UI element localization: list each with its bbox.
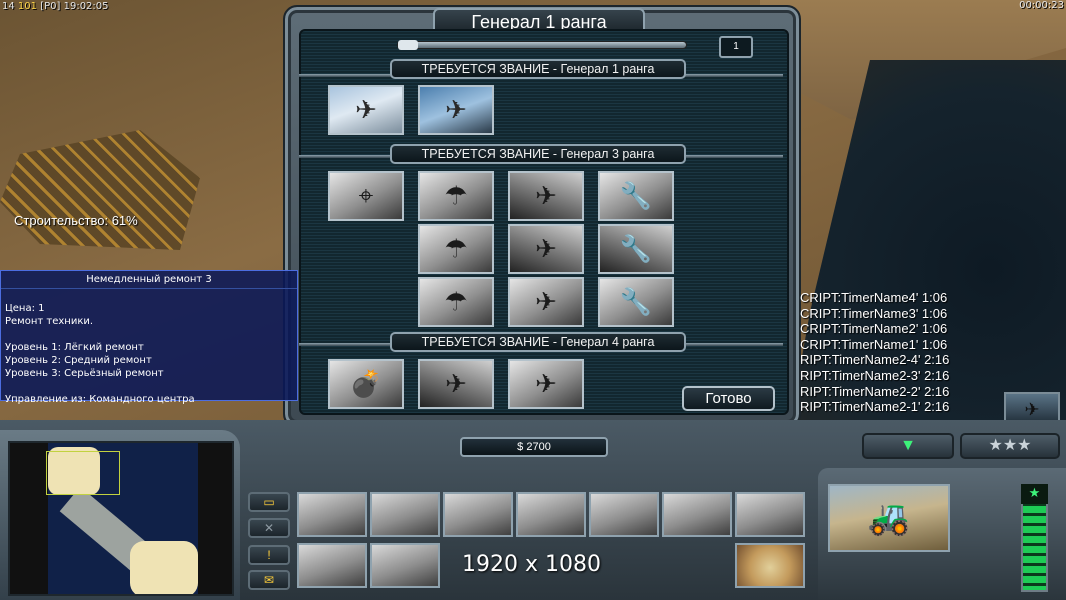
- waypoint-button[interactable]: ✕: [248, 518, 290, 538]
- status-slot: [P0]: [40, 1, 61, 12]
- ability-tile-repair-1[interactable]: 🔧: [598, 171, 674, 221]
- ability-tile-bomber[interactable]: ✈: [508, 171, 584, 221]
- bomber-icon: ✈: [535, 180, 557, 211]
- rank-star-icon: ★: [1021, 484, 1048, 504]
- ability-tooltip: Немедленный ремонт 3 Цена: 1 Ремонт техн…: [0, 270, 298, 405]
- rank-header-1: ТРЕБУЕТСЯ ЗВАНИЕ - Генерал 1 ранга: [390, 59, 686, 79]
- build-option[interactable]: [297, 492, 367, 537]
- ability-tile-stealth-fighter[interactable]: ✈: [418, 85, 494, 135]
- build-option[interactable]: [370, 492, 440, 537]
- top-left-status: 14 101 [P0] 19:02:05: [0, 0, 111, 13]
- unit-portrait: 🚜: [828, 484, 950, 552]
- tooltip-level-1: Уровень 1: Лёгкий ремонт: [5, 342, 144, 353]
- parachute-icon: ☂: [444, 233, 468, 264]
- general-points-counter: 1: [719, 36, 753, 58]
- jet-icon: ✈: [535, 233, 557, 264]
- resolution-watermark: 1920 x 1080: [462, 552, 601, 577]
- timer-line: CRIPT:TimerName4' 1:06: [800, 290, 948, 305]
- build-option[interactable]: [443, 492, 513, 537]
- timer-line: RIPT:TimerName2-2' 2:16: [800, 383, 950, 399]
- gunship-icon: ✈: [535, 286, 557, 317]
- rank-header-3: ТРЕБУЕТСЯ ЗВАНИЕ - Генерал 3 ранга: [390, 144, 686, 164]
- stealth-fighter-icon: ✈: [445, 94, 467, 125]
- build-option[interactable]: [516, 492, 586, 537]
- drone-icon: ✈: [355, 94, 377, 125]
- construction-progress-label: Строительство: 61%: [14, 213, 138, 228]
- parachute-icon: ☂: [444, 286, 468, 317]
- ability-tile-carpet-bomb[interactable]: ✈: [418, 359, 494, 409]
- dozer-icon: 🚜: [867, 499, 911, 537]
- minimap-viewport: [46, 451, 120, 495]
- build-option[interactable]: [370, 543, 440, 588]
- build-option[interactable]: [735, 492, 805, 537]
- alert-button[interactable]: !: [248, 545, 290, 565]
- tooltip-control: Управление из: Командного центра: [5, 394, 195, 405]
- parachute-icon: ☂: [444, 180, 468, 211]
- bomber-icon: ✈: [445, 368, 467, 399]
- game-timer: 00:00:23: [1019, 0, 1064, 11]
- build-option[interactable]: [589, 492, 659, 537]
- tooltip-level-2: Уровень 2: Средний ремонт: [5, 355, 152, 366]
- build-option[interactable]: [297, 543, 367, 588]
- ability-tile-repair-2[interactable]: 🔧: [598, 224, 674, 274]
- ability-tile-sniper[interactable]: ⌖: [328, 171, 404, 221]
- timer-line: RIPT:TimerName2-1' 2:16: [800, 399, 950, 415]
- tooltip-description: Ремонт техники.: [5, 316, 94, 327]
- ability-tile-spectre[interactable]: ✈: [508, 359, 584, 409]
- tooltip-title: Немедленный ремонт 3: [1, 271, 297, 289]
- timer-line: CRIPT:TimerName3' 1:06: [800, 305, 948, 321]
- rank-progress-thumb: [398, 40, 418, 50]
- rank-progress-track: [397, 40, 687, 50]
- mine-ability-button[interactable]: [735, 543, 805, 588]
- jet-icon: ✈: [1024, 399, 1040, 420]
- minimap-land-south: [130, 541, 198, 594]
- ability-tile-paradrop-1[interactable]: ☂: [418, 171, 494, 221]
- timer-line: RIPT:TimerName2-3' 2:16: [800, 367, 950, 383]
- ability-tile-fuel-air-bomb[interactable]: 💣: [328, 359, 404, 409]
- money-display: $ 2700: [460, 437, 608, 457]
- ability-tile-drone[interactable]: ✈: [328, 85, 404, 135]
- ability-tile-airstrike[interactable]: ✈: [508, 224, 584, 274]
- ability-tile-paradrop-2[interactable]: ☂: [418, 224, 494, 274]
- timer-line: RIPT:TimerName2-4' 2:16: [800, 352, 950, 368]
- bomb-icon: 💣: [349, 368, 383, 399]
- done-button[interactable]: Готово: [682, 386, 775, 411]
- minimap[interactable]: [8, 441, 234, 596]
- aircraft-icon: ✈: [535, 368, 557, 399]
- ability-tile-paradrop-3[interactable]: ☂: [418, 277, 494, 327]
- status-prefix: 14: [2, 1, 15, 12]
- wrench-icon: 🔧: [619, 233, 653, 264]
- script-timers: CRIPT:TimerName4' 1:06 CRIPT:TimerName3'…: [800, 290, 949, 415]
- wrench-icon: 🔧: [619, 180, 653, 211]
- general-powers-tab[interactable]: ▼: [862, 433, 954, 459]
- status-clock: 19:02:05: [63, 1, 109, 12]
- rank-header-4: ТРЕБУЕТСЯ ЗВАНИЕ - Генерал 4 ранга: [390, 332, 686, 352]
- general-rank-button[interactable]: ★★★: [960, 433, 1060, 459]
- tooltip-level-3: Уровень 3: Серьёзный ремонт: [5, 368, 164, 379]
- status-gold: 101: [17, 1, 38, 12]
- select-all-button[interactable]: ▭: [248, 492, 290, 512]
- timer-line: CRIPT:TimerName1' 1:06: [800, 336, 948, 352]
- tooltip-cost: Цена: 1: [5, 303, 45, 314]
- ability-tile-repair-3[interactable]: 🔧: [598, 277, 674, 327]
- wrench-icon: 🔧: [619, 286, 653, 317]
- build-option[interactable]: [662, 492, 732, 537]
- ability-tile-gunship[interactable]: ✈: [508, 277, 584, 327]
- sniper-icon: ⌖: [358, 180, 374, 210]
- chat-button[interactable]: ✉: [248, 570, 290, 590]
- timer-line: CRIPT:TimerName2' 1:06: [800, 321, 948, 337]
